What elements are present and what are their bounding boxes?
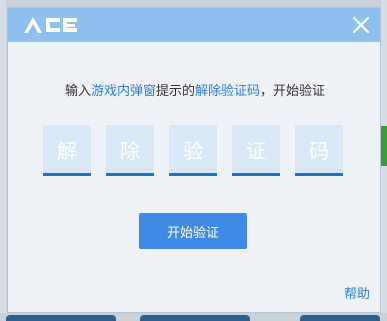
close-icon [352, 16, 370, 34]
instruction-prefix: 输入 [64, 84, 91, 99]
background-tab [6, 315, 116, 321]
ace-logo-icon [24, 17, 77, 33]
background-page-left [0, 0, 6, 321]
instruction-highlight-code: 解除验证码 [195, 84, 261, 99]
code-char-box[interactable]: 验 [169, 125, 217, 176]
start-verification-button[interactable]: 开始验证 [139, 213, 247, 249]
code-char-box[interactable]: 码 [295, 125, 343, 176]
instruction-text: 输入游戏内弹窗提示的解除验证码，开始验证 [8, 80, 382, 99]
background-tab [140, 315, 250, 321]
code-char-box[interactable]: 证 [232, 125, 280, 176]
dialog-header [8, 8, 380, 42]
background-tab [300, 315, 380, 321]
verification-dialog: 输入游戏内弹窗提示的解除验证码，开始验证 解 除 验 证 码 开始验证 帮助 [7, 7, 381, 313]
instruction-suffix: ，开始验证 [260, 84, 326, 99]
code-char-box[interactable]: 除 [106, 125, 154, 176]
code-input-group: 解 除 验 证 码 [43, 125, 348, 177]
instruction-highlight-popup: 游戏内弹窗 [90, 84, 156, 99]
background-green-strip [381, 126, 387, 166]
close-button[interactable] [350, 14, 372, 36]
instruction-middle: 提示的 [155, 84, 195, 99]
code-char-box[interactable]: 解 [43, 125, 91, 176]
help-link[interactable]: 帮助 [344, 283, 370, 302]
